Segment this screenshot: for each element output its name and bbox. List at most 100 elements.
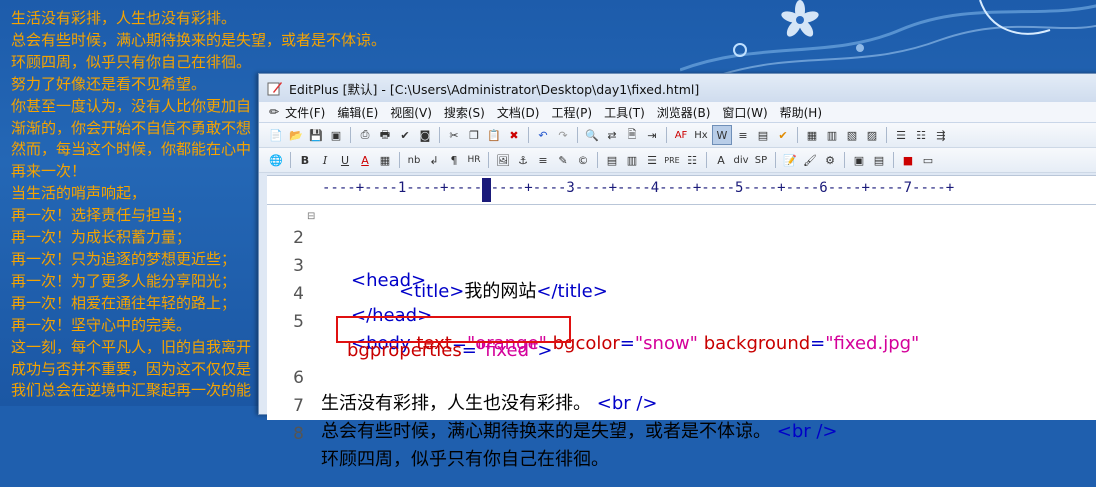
menu-search[interactable]: 搜索(S) <box>444 104 485 121</box>
line-number: 8 <box>293 424 304 444</box>
text-token: 总会有些时候，满心期待换来的是失望，或者是不体谅。 <box>321 421 771 442</box>
window-list-icon[interactable]: ▦ <box>803 126 821 144</box>
frame-icon[interactable]: ▣ <box>850 151 868 169</box>
toolbar-separator <box>577 127 578 143</box>
table-row-icon[interactable]: ▥ <box>623 151 641 169</box>
toolbar-separator <box>893 152 894 168</box>
indent-icon[interactable]: ⇶ <box>932 126 950 144</box>
ruler: ----+----1----+----2----+----3----+----4… <box>267 175 1096 205</box>
pre-button[interactable]: PRE <box>663 151 681 169</box>
menu-project[interactable]: 工程(P) <box>551 104 592 121</box>
italic-button[interactable]: I <box>316 151 334 169</box>
menu-document[interactable]: 文档(D) <box>497 104 540 121</box>
html-preview-icon[interactable]: ▭ <box>919 151 937 169</box>
paragraph-button[interactable]: ¶ <box>445 151 463 169</box>
nbsp-button[interactable]: nb <box>405 151 423 169</box>
bold-button[interactable]: B <box>296 151 314 169</box>
font-icon[interactable]: AF <box>672 126 690 144</box>
redo-icon[interactable]: ↷ <box>554 126 572 144</box>
main-toolbar: 📄 📂 💾 ▣ ⎙ 🖶 ✔ ◙ ✂ ❐ 📋 ✖ ↶ ↷ 🔍 ⇄ 🗎 ⇥ AF H… <box>259 123 1096 148</box>
check-icon[interactable]: ✔ <box>774 126 792 144</box>
browser-preview-icon[interactable]: ◙ <box>416 126 434 144</box>
split-window-icon[interactable]: ▨ <box>863 126 881 144</box>
poem-line: 环顾四周，似乎只有你自己在徘徊。 <box>11 52 252 71</box>
menu-help[interactable]: 帮助(H) <box>780 104 822 121</box>
undo-icon[interactable]: ↶ <box>534 126 552 144</box>
print-preview-icon[interactable]: ⎙ <box>356 126 374 144</box>
css-icon[interactable]: 🖌 <box>801 151 819 169</box>
pencil-icon: ✏ <box>269 105 280 119</box>
poem-line: 总会有些时候，满心期待换来的是失望，或者是不体谅。 <box>11 30 387 49</box>
fold-toggle-icon[interactable]: ⊟ <box>307 211 315 222</box>
list-icon[interactable]: ☷ <box>683 151 701 169</box>
menu-browser[interactable]: 浏览器(B) <box>657 104 711 121</box>
attribute-token: background <box>697 333 811 354</box>
directory-window-icon[interactable]: ▥ <box>823 126 841 144</box>
numbered-list-icon[interactable]: ☷ <box>912 126 930 144</box>
title-bar[interactable]: EditPlus [默认] - [C:\Users\Administrator\… <box>259 74 1096 102</box>
code-editor[interactable]: 2 ⊟ <head> 3 <title>我的网站</title> 4 </hea… <box>267 205 1096 470</box>
form-icon[interactable]: ✎ <box>554 151 572 169</box>
output-window-icon[interactable]: ▧ <box>843 126 861 144</box>
bullet-list-icon[interactable]: ☰ <box>892 126 910 144</box>
toolbar-separator <box>886 127 887 143</box>
menu-tools[interactable]: 工具(T) <box>604 104 645 121</box>
code-line: 2 ⊟ <head> <box>267 207 426 291</box>
delete-icon[interactable]: ✖ <box>505 126 523 144</box>
line-break-button[interactable]: ↲ <box>425 151 443 169</box>
copy-icon[interactable]: ❐ <box>465 126 483 144</box>
editplus-window[interactable]: EditPlus [默认] - [C:\Users\Administrator\… <box>258 73 1096 470</box>
font-tag-icon[interactable]: A <box>712 151 730 169</box>
code-line: 5 <body text="orange" bgcolor="snow" bac… <box>267 291 919 354</box>
scripts-icon[interactable]: ⚙ <box>821 151 839 169</box>
open-folder-icon[interactable]: 📂 <box>287 126 305 144</box>
word-wrap-icon[interactable]: W <box>712 125 732 145</box>
globe-icon[interactable]: 🌐 <box>267 151 285 169</box>
code-line: 8 环顾四周，似乎只有你自己在徘徊。 <box>267 403 609 470</box>
text-token: 我的网站 <box>464 281 537 302</box>
div-button[interactable]: div <box>732 151 750 169</box>
horizontal-rule-button[interactable]: HR <box>465 151 483 169</box>
menu-window[interactable]: 窗口(W) <box>722 104 767 121</box>
ruler-toggle-icon[interactable]: ▤ <box>754 126 772 144</box>
html-toolbar: 🌐 B I U A ▦ nb ↲ ¶ HR 🖼 ⚓ ≡ ✎ © ▤ ▥ ☰ PR… <box>259 148 1096 173</box>
new-file-icon[interactable]: 📄 <box>267 126 285 144</box>
print-icon[interactable]: 🖶 <box>376 126 394 144</box>
goto-line-icon[interactable]: ⇥ <box>643 126 661 144</box>
color-picker-icon[interactable]: ■ <box>899 151 917 169</box>
anchor-icon[interactable]: ⚓ <box>514 151 532 169</box>
spellcheck-icon[interactable]: ✔ <box>396 126 414 144</box>
text-token: 生活没有彩排，人生也没有彩排。 <box>321 393 591 414</box>
menu-view[interactable]: 视图(V) <box>390 104 432 121</box>
find-icon[interactable]: 🔍 <box>583 126 601 144</box>
tag-token: <br /> <box>776 421 838 442</box>
menu-file[interactable]: 文件(F) <box>285 104 325 121</box>
find-in-files-icon[interactable]: 🗎 <box>623 126 641 144</box>
code-line: 4 </head> <box>267 263 432 326</box>
tag-token: </title> <box>536 281 608 302</box>
image-icon[interactable]: 🖼 <box>494 151 512 169</box>
cut-icon[interactable]: ✂ <box>445 126 463 144</box>
save-icon[interactable]: 💾 <box>307 126 325 144</box>
toolbar-separator <box>488 152 489 168</box>
toolbar-separator <box>797 127 798 143</box>
menu-edit[interactable]: 编辑(E) <box>337 104 378 121</box>
color-palette-icon[interactable]: ▦ <box>376 151 394 169</box>
save-all-icon[interactable]: ▣ <box>327 126 345 144</box>
floral-decoration <box>680 0 1096 75</box>
window-title: EditPlus [默认] - [C:\Users\Administrator\… <box>289 81 700 97</box>
line-numbers-icon[interactable]: ≡ <box>734 126 752 144</box>
frameset-icon[interactable]: ▤ <box>870 151 888 169</box>
hex-icon[interactable]: Hx <box>692 126 710 144</box>
span-button[interactable]: SP <box>752 151 770 169</box>
edit-tag-icon[interactable]: 📝 <box>781 151 799 169</box>
table-icon[interactable]: ▤ <box>603 151 621 169</box>
equals-token: = <box>619 333 635 354</box>
marquee-icon[interactable]: ≡ <box>534 151 552 169</box>
replace-icon[interactable]: ⇄ <box>603 126 621 144</box>
comment-icon[interactable]: © <box>574 151 592 169</box>
center-icon[interactable]: ☰ <box>643 151 661 169</box>
underline-button[interactable]: U <box>336 151 354 169</box>
font-color-button[interactable]: A <box>356 151 374 169</box>
paste-icon[interactable]: 📋 <box>485 126 503 144</box>
